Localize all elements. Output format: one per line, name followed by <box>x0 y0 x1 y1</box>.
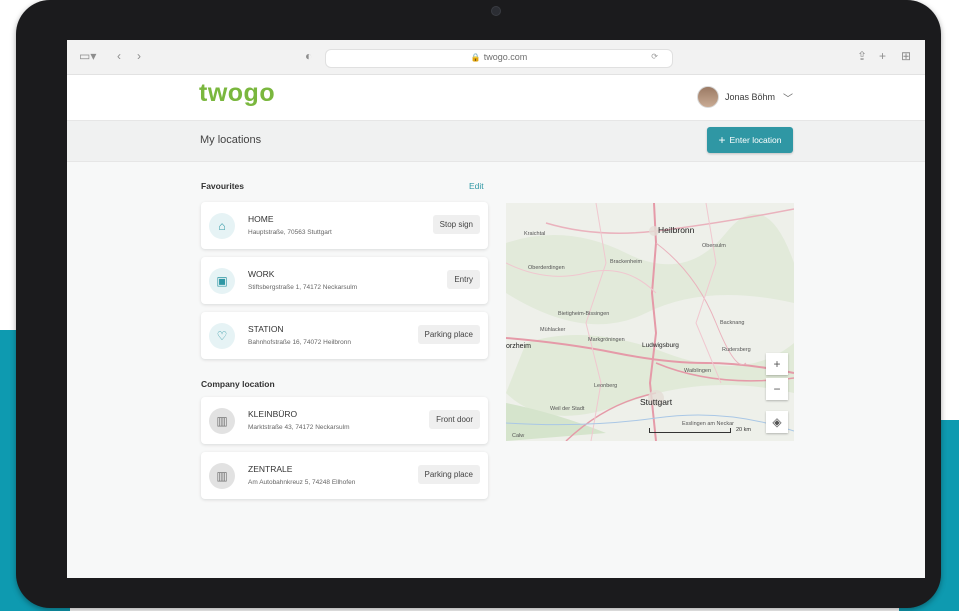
favourite-card-station[interactable]: ♡ STATION Bahnhofstraße 16, 74072 Heilbr… <box>201 312 488 359</box>
privacy-shield-icon[interactable]: ◐ <box>305 49 312 63</box>
zoom-in-button[interactable]: + <box>766 353 788 375</box>
sidebar-toggle-icon[interactable]: ▭▾ <box>79 49 96 63</box>
page-title: My locations <box>200 134 262 146</box>
plus-icon: + <box>718 133 726 147</box>
tab-overview-icon[interactable]: ⊞ <box>901 49 911 63</box>
map-label: Stuttgart <box>640 397 673 407</box>
map-label: Obersulm <box>702 243 726 249</box>
chevron-down-icon: ﹀ <box>783 93 794 105</box>
screen: ▭▾ ‹ › ◐ 🔒 twogo.com ⟳ ⇪ + ⊞ twogo Jonas … <box>67 40 925 578</box>
company-location-heading: Company location <box>201 379 275 389</box>
card-title: WORK <box>248 269 275 279</box>
briefcase-icon: ▣ <box>209 268 235 294</box>
favourites-heading: Favourites <box>201 181 244 191</box>
reload-icon[interactable]: ⟳ <box>651 52 658 61</box>
map-scale-bar <box>649 428 731 433</box>
tablet-device-frame: ▭▾ ‹ › ◐ 🔒 twogo.com ⟳ ⇪ + ⊞ twogo Jonas … <box>16 0 941 608</box>
back-icon[interactable]: ‹ <box>117 49 121 63</box>
map-label: Heilbronn <box>658 225 695 235</box>
map-label: Mühlacker <box>540 327 566 333</box>
card-address: Hauptstraße, 70563 Stuttgart <box>248 229 332 236</box>
card-tag: Front door <box>429 410 480 429</box>
home-icon: ⌂ <box>209 213 235 239</box>
enter-location-button[interactable]: + Enter location <box>707 127 793 153</box>
card-address: Bahnhofstraße 16, 74072 Heilbronn <box>248 339 351 346</box>
map-label: Calw <box>512 433 525 439</box>
map-label: Ludwigsburg <box>642 342 679 349</box>
map-label: Weil der Stadt <box>550 406 585 412</box>
favourite-card-work[interactable]: ▣ WORK Stiftsbergstraße 1, 74172 Neckars… <box>201 257 488 304</box>
map-label: orzheim <box>506 343 531 350</box>
map-scale-label: 20 km <box>736 427 751 433</box>
map-label: Waiblingen <box>684 368 712 374</box>
map-label: Esslingen am Neckar <box>682 421 734 427</box>
share-icon[interactable]: ⇪ <box>857 49 867 63</box>
card-address: Marktstraße 43, 74172 Neckarsulm <box>248 424 350 431</box>
avatar <box>697 86 719 108</box>
lock-icon: 🔒 <box>470 53 481 62</box>
twogo-logo[interactable]: twogo <box>199 79 275 108</box>
map-view[interactable]: Kraichtal Heilbronn Obersulm Oberderding… <box>506 203 794 441</box>
card-tag: Parking place <box>417 325 480 344</box>
map-label: Bietigheim-Bissingen <box>558 311 610 317</box>
zoom-out-button[interactable]: − <box>766 378 788 400</box>
heart-icon: ♡ <box>209 323 235 349</box>
enter-location-label: Enter location <box>729 135 782 145</box>
map-label: Oberderdingen <box>528 265 565 271</box>
card-tag: Parking place <box>417 465 480 484</box>
address-bar[interactable]: 🔒 twogo.com ⟳ <box>325 49 673 68</box>
favourite-card-home[interactable]: ⌂ HOME Hauptstraße, 70563 Stuttgart Stop… <box>201 202 488 249</box>
card-title: STATION <box>248 324 284 334</box>
map-label: Kraichtal <box>524 231 546 237</box>
map-label: Brackenheim <box>610 259 643 265</box>
camera-icon <box>491 6 501 16</box>
company-card-kleinbuero[interactable]: ▥ KLEINBÜRO Marktstraße 43, 74172 Neckar… <box>201 397 488 444</box>
layers-icon[interactable]: ◈ <box>766 411 788 433</box>
card-address: Am Autobahnkreuz 5, 74248 Ellhofen <box>248 479 356 486</box>
card-tag: Entry <box>447 270 480 289</box>
building-icon: ▥ <box>209 408 235 434</box>
app-header: twogo Jonas Böhm ﹀ <box>67 75 925 120</box>
card-title: HOME <box>248 214 274 224</box>
page-subheader: My locations + Enter location <box>67 120 925 162</box>
building-icon: ▥ <box>209 463 235 489</box>
map-label: Backnang <box>720 320 745 326</box>
url-text: twogo.com <box>483 52 528 62</box>
map-label: Markgröningen <box>588 337 625 343</box>
new-tab-icon[interactable]: + <box>879 49 886 63</box>
browser-toolbar: ▭▾ ‹ › ◐ 🔒 twogo.com ⟳ ⇪ + ⊞ <box>67 40 925 75</box>
map-label: Leonberg <box>594 383 618 389</box>
card-title: KLEINBÜRO <box>248 409 298 419</box>
user-menu[interactable]: Jonas Böhm ﹀ <box>697 86 793 108</box>
forward-icon[interactable]: › <box>137 49 141 63</box>
card-tag: Stop sign <box>432 215 480 234</box>
company-card-zentrale[interactable]: ▥ ZENTRALE Am Autobahnkreuz 5, 74248 Ell… <box>201 452 488 499</box>
user-name: Jonas Böhm <box>725 92 776 102</box>
card-title: ZENTRALE <box>248 464 293 474</box>
map-label: Rudersberg <box>722 347 751 353</box>
edit-favourites-link[interactable]: Edit <box>469 181 484 191</box>
card-address: Stiftsbergstraße 1, 74172 Neckarsulm <box>248 284 358 291</box>
